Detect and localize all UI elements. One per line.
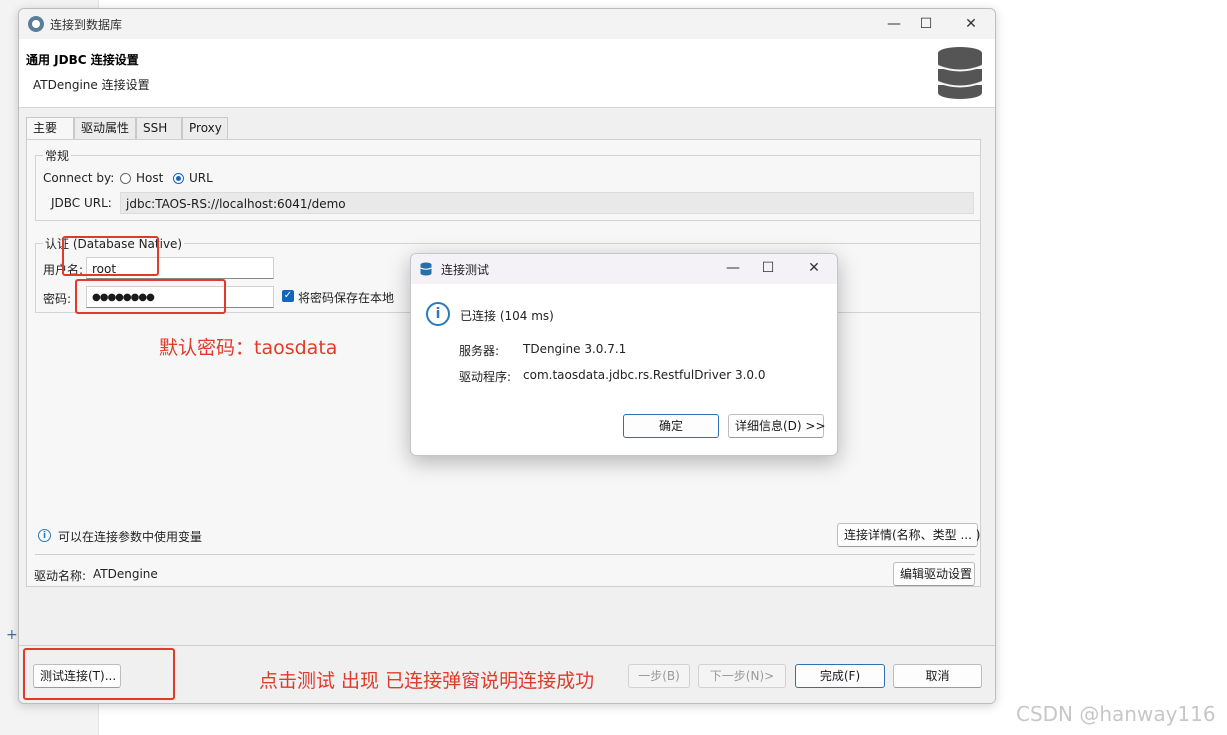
connect-by-url-radio[interactable] <box>173 173 184 184</box>
cancel-button[interactable]: 取消 <box>893 664 982 688</box>
connect-by-label: Connect by: <box>43 171 115 185</box>
dialog-close-icon[interactable]: ✕ <box>804 258 824 278</box>
jdbc-url-label: JDBC URL: <box>51 196 112 210</box>
username-highlight-box <box>62 236 159 276</box>
divider <box>35 554 975 555</box>
driver-name-label: 驱动名称: <box>34 569 87 583</box>
footer-bar: 测试连接(T)... 点击测试 出现 已连接弹窗说明连接成功 一步(B) 下一步… <box>19 645 995 703</box>
driver-name-value: ATDengine <box>93 567 158 581</box>
save-password-checkbox[interactable]: ✓ <box>282 290 294 302</box>
server-label: 服务器: <box>459 344 500 358</box>
next-button[interactable]: 下一步(N)> <box>698 664 786 688</box>
app-logo-icon <box>28 16 44 32</box>
page-subtitle: ATDengine 连接设置 <box>33 78 150 92</box>
details-button[interactable]: 详细信息(D) >> <box>728 414 826 438</box>
dialog-minimize-icon[interactable]: — <box>723 258 743 278</box>
default-password-annotation: 默认密码：taosdata <box>159 337 338 359</box>
maximize-icon[interactable]: ☐ <box>916 14 936 34</box>
page-header: 通用 JDBC 连接设置 ATDengine 连接设置 <box>19 39 995 108</box>
driver-value: com.taosdata.jdbc.rs.RestfulDriver 3.0.0 <box>523 368 766 382</box>
database-icon <box>937 47 983 99</box>
tab-ssh[interactable]: SSH <box>136 117 182 139</box>
ok-button[interactable]: 确定 <box>623 414 719 438</box>
server-value: TDengine 3.0.7.1 <box>523 342 627 356</box>
finish-button[interactable]: 完成(F) <box>795 664 885 688</box>
close-icon[interactable]: ✕ <box>961 14 981 34</box>
connection-test-dialog: 连接测试 — ☐ ✕ i 已连接 (104 ms) 服务器: TDengine … <box>410 253 838 456</box>
save-password-label: 将密码保存在本地 <box>298 291 395 305</box>
variables-hint: 可以在连接参数中使用变量 <box>58 530 203 544</box>
password-highlight-box <box>75 279 226 314</box>
test-button-highlight-box <box>23 648 175 700</box>
dialog-title-bar: 连接测试 — ☐ ✕ <box>411 254 837 284</box>
title-bar: 连接到数据库 — ☐ ✕ <box>19 9 995 39</box>
jdbc-url-field[interactable]: jdbc:TAOS-RS://localhost:6041/demo <box>120 192 974 214</box>
info-icon: i <box>38 529 51 542</box>
password-label: 密码: <box>43 292 72 306</box>
watermark: CSDN @hanway116 <box>1016 702 1216 726</box>
edit-driver-button[interactable]: 编辑驱动设置 <box>893 562 975 586</box>
dialog-title: 连接测试 <box>441 263 490 277</box>
host-option-label: Host <box>136 171 164 185</box>
page-title: 通用 JDBC 连接设置 <box>26 53 139 67</box>
connection-status: 已连接 (104 ms) <box>460 309 554 323</box>
connection-details-button[interactable]: 连接详情(名称、类型 ... ) <box>837 523 980 547</box>
database-icon <box>420 262 432 276</box>
general-group: 常规 Connect by: Host URL JDBC URL: jdbc:T… <box>35 147 981 221</box>
connect-by-host-radio[interactable] <box>120 173 131 184</box>
minimize-icon[interactable]: — <box>884 14 904 34</box>
tab-main[interactable]: 主要 <box>26 117 74 140</box>
info-icon: i <box>426 302 450 326</box>
tab-driver-properties[interactable]: 驱动属性 <box>74 117 136 139</box>
tab-proxy[interactable]: Proxy <box>182 117 228 139</box>
driver-label: 驱动程序: <box>459 370 512 384</box>
url-option-label: URL <box>189 171 213 185</box>
success-annotation: 点击测试 出现 已连接弹窗说明连接成功 <box>259 670 595 692</box>
general-group-label: 常规 <box>43 147 72 164</box>
window-title: 连接到数据库 <box>50 18 123 32</box>
back-button[interactable]: 一步(B) <box>628 664 690 688</box>
dialog-maximize-icon[interactable]: ☐ <box>758 258 778 278</box>
